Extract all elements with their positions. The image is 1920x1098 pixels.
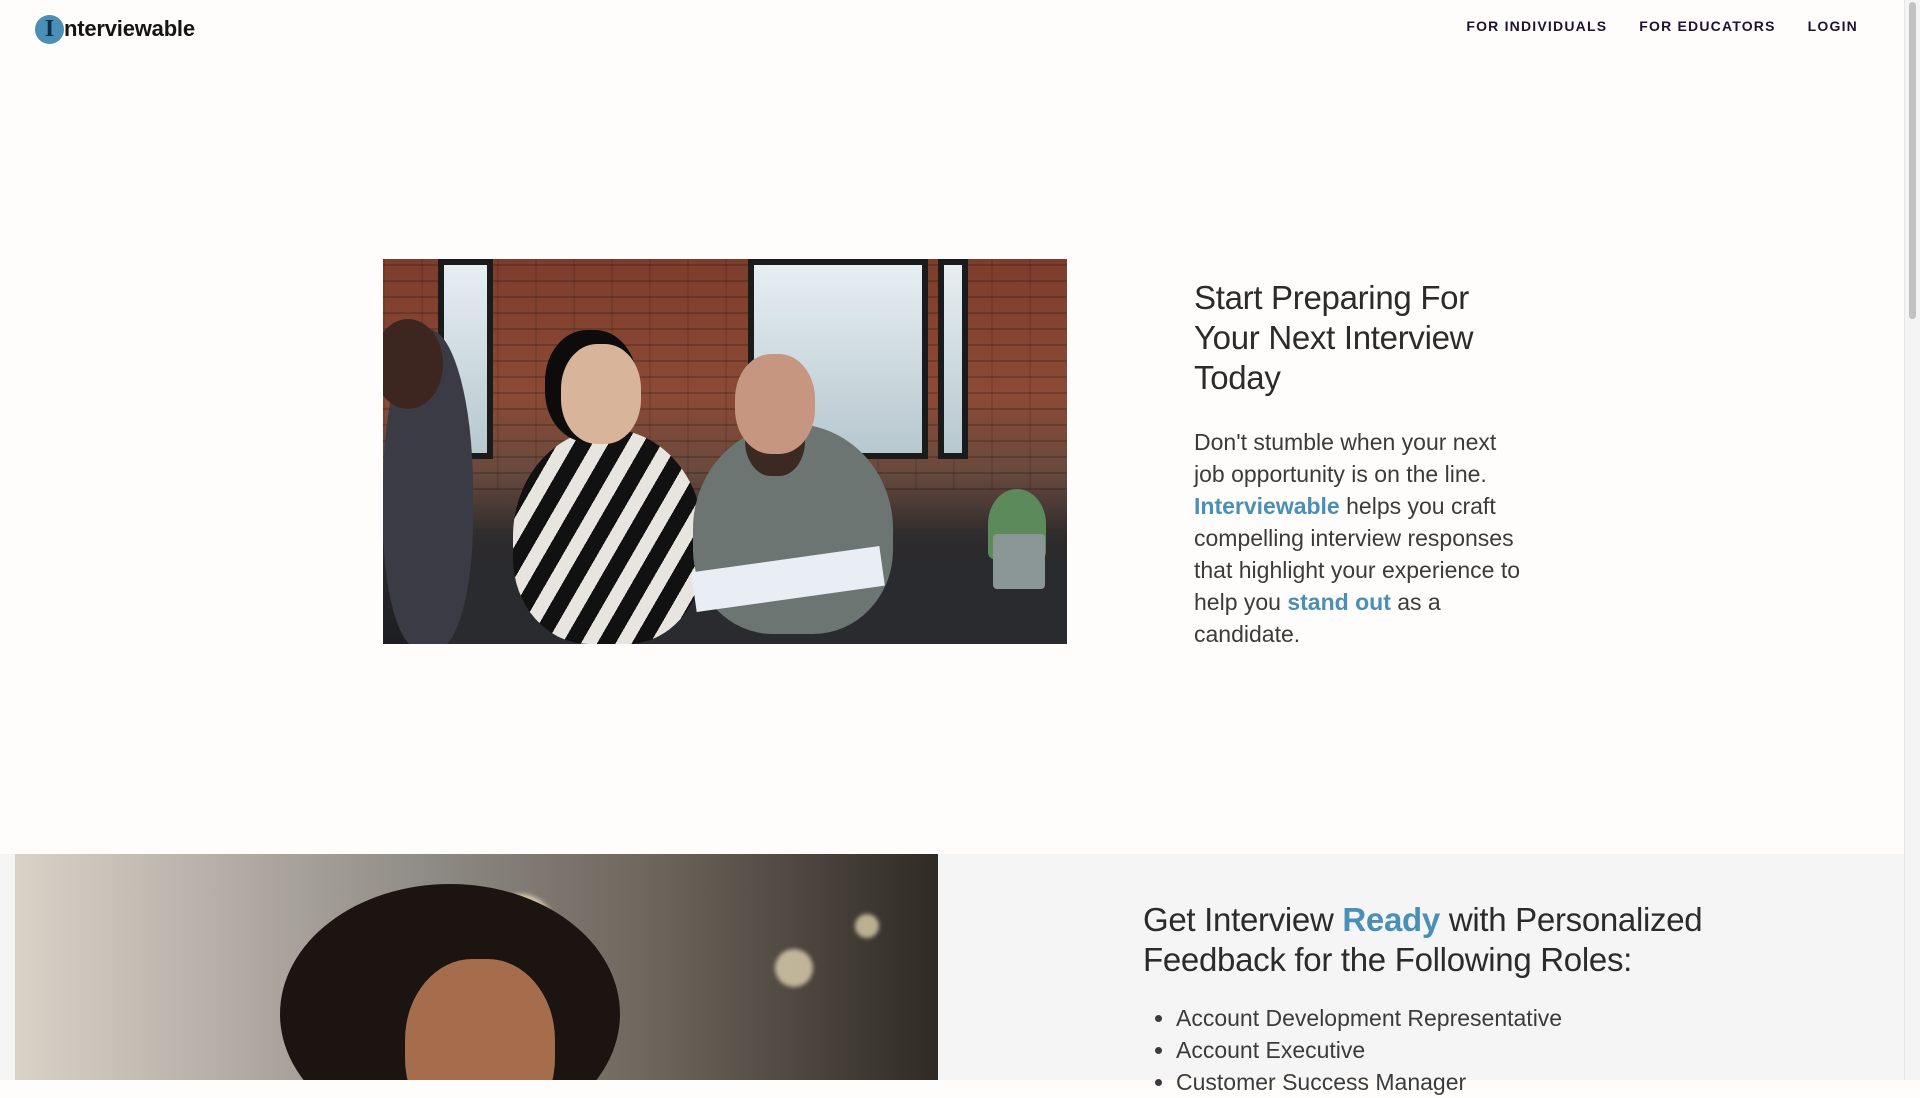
list-item: Account Development Representative — [1176, 1002, 1763, 1034]
list-item: Account Executive — [1176, 1034, 1763, 1066]
roles-list: Account Development Representative Accou… — [1143, 1002, 1763, 1098]
list-item: Customer Success Manager — [1176, 1066, 1763, 1098]
nav-for-individuals[interactable]: FOR INDIVIDUALS — [1466, 18, 1607, 34]
site-header: I nterviewable FOR INDIVIDUALS FOR EDUCA… — [0, 0, 1905, 60]
hero-title: Start Preparing For Your Next Interview … — [1194, 279, 1474, 396]
hero-image — [383, 259, 1067, 644]
brand-name: Interviewable — [1194, 493, 1340, 519]
page-scrollbar[interactable] — [1904, 0, 1920, 1080]
roles-content: Get Interview Ready with Personalized Fe… — [1143, 900, 1763, 1098]
logo[interactable]: I nterviewable — [35, 13, 195, 45]
logo-text: nterviewable — [64, 16, 195, 41]
logo-icon: I — [35, 14, 64, 44]
roles-title: Get Interview Ready with Personalized Fe… — [1143, 901, 1703, 978]
highlight-ready: Ready — [1342, 901, 1440, 938]
main-nav: FOR INDIVIDUALS FOR EDUCATORS LOGIN — [1466, 18, 1858, 34]
scrollbar-thumb[interactable] — [1909, 2, 1916, 319]
hero-description: Don't stumble when your next job opportu… — [1194, 429, 1521, 647]
nav-login[interactable]: LOGIN — [1808, 18, 1858, 34]
hero-text: Start Preparing For Your Next Interview … — [1194, 278, 1524, 650]
portrait-image — [15, 854, 938, 1080]
nav-for-educators[interactable]: FOR EDUCATORS — [1639, 18, 1775, 34]
highlight-stand-out: stand out — [1287, 589, 1391, 615]
